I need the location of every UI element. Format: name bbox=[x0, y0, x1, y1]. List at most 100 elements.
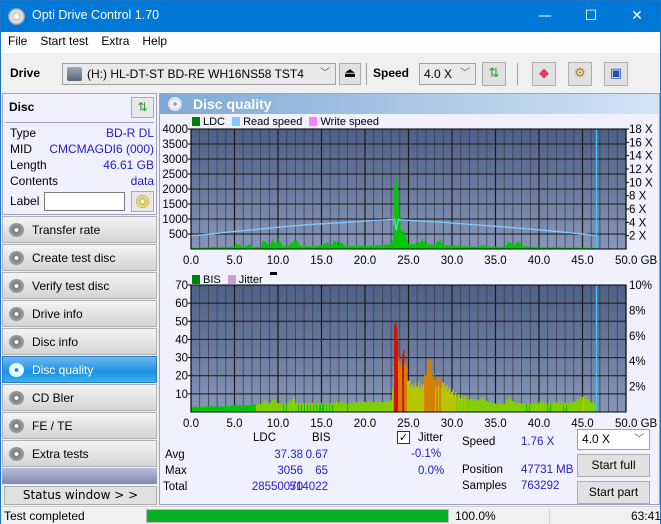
start-part-button[interactable]: Start part bbox=[577, 481, 650, 504]
app-window: Opti Drive Control 1.70 — ☐ ✕ File Start … bbox=[0, 0, 661, 524]
nav-label: Disc quality bbox=[32, 363, 94, 377]
verify-test-disc-icon bbox=[9, 279, 24, 293]
avg-bis-value: 0.67 bbox=[305, 449, 328, 461]
samples-value: 763292 bbox=[521, 480, 560, 492]
position-value: 47731 MB bbox=[521, 464, 574, 476]
menu-file[interactable]: File bbox=[1, 32, 33, 48]
drive-select[interactable]: (H:) HL-DT-ST BD-RE WH16NS58 TST4 ﹀ bbox=[62, 63, 336, 85]
speed-label: Speed bbox=[462, 436, 496, 448]
refresh-icon: ⇅ bbox=[488, 66, 500, 81]
x-tick-label: 20.0 bbox=[354, 255, 376, 267]
x-tick-label: 35.0 bbox=[484, 255, 506, 267]
disc-length-key: Length bbox=[10, 158, 47, 172]
erase-button[interactable]: ◆ bbox=[532, 62, 556, 86]
disc-label-button[interactable] bbox=[131, 191, 154, 212]
maximize-button[interactable]: ☐ bbox=[568, 1, 614, 32]
nav-cd-bler[interactable]: CD Bler bbox=[2, 384, 157, 411]
refresh-icon: ⇅ bbox=[137, 100, 148, 114]
transfer-rate-icon bbox=[9, 223, 24, 237]
y2-tick-label: 18 X bbox=[629, 124, 653, 136]
y2-tick-label: 8% bbox=[629, 305, 646, 317]
disc-type-value: BD-R DL bbox=[105, 126, 154, 140]
nav-label: Disc info bbox=[32, 335, 79, 349]
close-button[interactable]: ✕ bbox=[614, 1, 660, 32]
status-text: Test completed bbox=[4, 509, 85, 523]
disc-label-key: Label bbox=[10, 194, 44, 210]
total-bis-value: 514022 bbox=[289, 481, 328, 493]
chevron-down-icon: ﹀ bbox=[460, 68, 470, 79]
eject-button[interactable]: ⏏ bbox=[339, 63, 361, 85]
x-tick-label: 35.0 bbox=[484, 418, 506, 430]
disc-contents-row: Contents data bbox=[10, 174, 154, 190]
jitter-max-value: 0.0% bbox=[418, 465, 445, 477]
y-tick-label: 1000 bbox=[162, 214, 188, 226]
x-tick-label: 10.0 bbox=[267, 255, 289, 267]
x-tick-label: 0.0 bbox=[183, 255, 199, 267]
save-icon: ▣ bbox=[609, 66, 623, 81]
settings-button[interactable]: ⚙ bbox=[568, 62, 592, 86]
menu-start-test[interactable]: Start test bbox=[33, 32, 94, 48]
disc-refresh-button[interactable]: ⇅ bbox=[131, 97, 154, 118]
nav-fe-te[interactable]: FE / TE bbox=[2, 412, 157, 439]
row-total-label: Total bbox=[163, 481, 188, 493]
max-bis-value: 65 bbox=[315, 465, 328, 477]
y-tick-label: 1500 bbox=[162, 199, 188, 211]
checkmark-icon: ✓ bbox=[398, 431, 409, 444]
jitter-checkbox[interactable]: ✓ bbox=[397, 431, 410, 444]
y-tick-label: 30 bbox=[175, 353, 188, 365]
drive-info-icon bbox=[9, 307, 24, 321]
nav-label: Verify test disc bbox=[32, 279, 110, 293]
x-tick-label: 40.0 bbox=[528, 418, 550, 430]
x-tick-label: 45.0 bbox=[571, 255, 593, 267]
x-tick-label: 5.0 bbox=[227, 255, 243, 267]
status-divider bbox=[549, 509, 550, 524]
y-tick-label: 4000 bbox=[162, 124, 188, 136]
chevron-down-icon: ﹀ bbox=[320, 68, 330, 79]
x-tick-label: 30.0 bbox=[441, 418, 463, 430]
status-window-button[interactable]: Status window > > bbox=[4, 486, 157, 505]
y-tick-label: 40 bbox=[175, 334, 188, 346]
save-button[interactable]: ▣ bbox=[604, 62, 628, 86]
start-full-button[interactable]: Start full bbox=[577, 454, 650, 477]
x-tick-label: 25.0 bbox=[397, 255, 419, 267]
legend-marker bbox=[269, 272, 277, 275]
nav-label: Transfer rate bbox=[32, 223, 101, 237]
disc-label-input[interactable] bbox=[44, 192, 125, 211]
y2-tick-label: 8 X bbox=[629, 191, 647, 203]
refresh-button[interactable]: ⇅ bbox=[482, 62, 506, 86]
bis-chart: 70 60 50 40 30 20 10 10% 8% 6% 4% 2% 0.0 5.0 10.0 15.0 2… bbox=[175, 280, 657, 430]
nav-create-test-disc[interactable]: Create test disc bbox=[2, 244, 157, 271]
settings-icon: ⚙ bbox=[574, 66, 586, 81]
test-speed-select[interactable]: 4.0 X ﹀ bbox=[577, 429, 650, 450]
nav-verify-test-disc[interactable]: Verify test disc bbox=[2, 272, 157, 299]
y-tick-label: 3000 bbox=[162, 154, 188, 166]
disc-mid-key: MID bbox=[10, 142, 32, 156]
disc-contents-key: Contents bbox=[10, 174, 59, 188]
speed-value: 1.76 X bbox=[521, 436, 555, 448]
toolbar: Drive (H:) HL-DT-ST BD-RE WH16NS58 TST4 … bbox=[1, 53, 660, 93]
menu-help[interactable]: Help bbox=[135, 32, 173, 48]
nav-transfer-rate[interactable]: Transfer rate bbox=[2, 216, 157, 243]
nav-disc-quality[interactable]: Disc quality bbox=[2, 356, 157, 383]
row-max-label: Max bbox=[165, 465, 187, 477]
x-tick-label: 0.0 bbox=[183, 418, 199, 430]
y-tick-label: 10 bbox=[175, 389, 188, 401]
y2-tick-label: 2 X bbox=[629, 231, 647, 243]
nav-extra-tests[interactable]: Extra tests bbox=[2, 440, 157, 467]
menu-extra[interactable]: Extra bbox=[94, 32, 135, 48]
nav-disc-info[interactable]: Disc info bbox=[2, 328, 157, 355]
toolbar-divider bbox=[366, 63, 367, 85]
speed-select[interactable]: 4.0 X ﹀ bbox=[419, 63, 476, 85]
drive-select-value: (H:) HL-DT-ST BD-RE WH16NS58 TST4 bbox=[87, 67, 304, 81]
disc-info-icon bbox=[9, 335, 24, 349]
y2-tick-label: 4% bbox=[629, 356, 646, 368]
jitter-label: Jitter bbox=[418, 432, 443, 444]
elapsed-time: 63:41 bbox=[631, 509, 661, 523]
progress-fill bbox=[147, 510, 448, 522]
x-tick-label: 15.0 bbox=[310, 418, 332, 430]
nav-drive-info[interactable]: Drive info bbox=[2, 300, 157, 327]
y-tick-label: 3500 bbox=[162, 139, 188, 151]
y2-tick-label: 2% bbox=[629, 382, 646, 394]
test-speed-value: 4.0 X bbox=[582, 432, 611, 446]
minimize-button[interactable]: — bbox=[522, 1, 568, 32]
